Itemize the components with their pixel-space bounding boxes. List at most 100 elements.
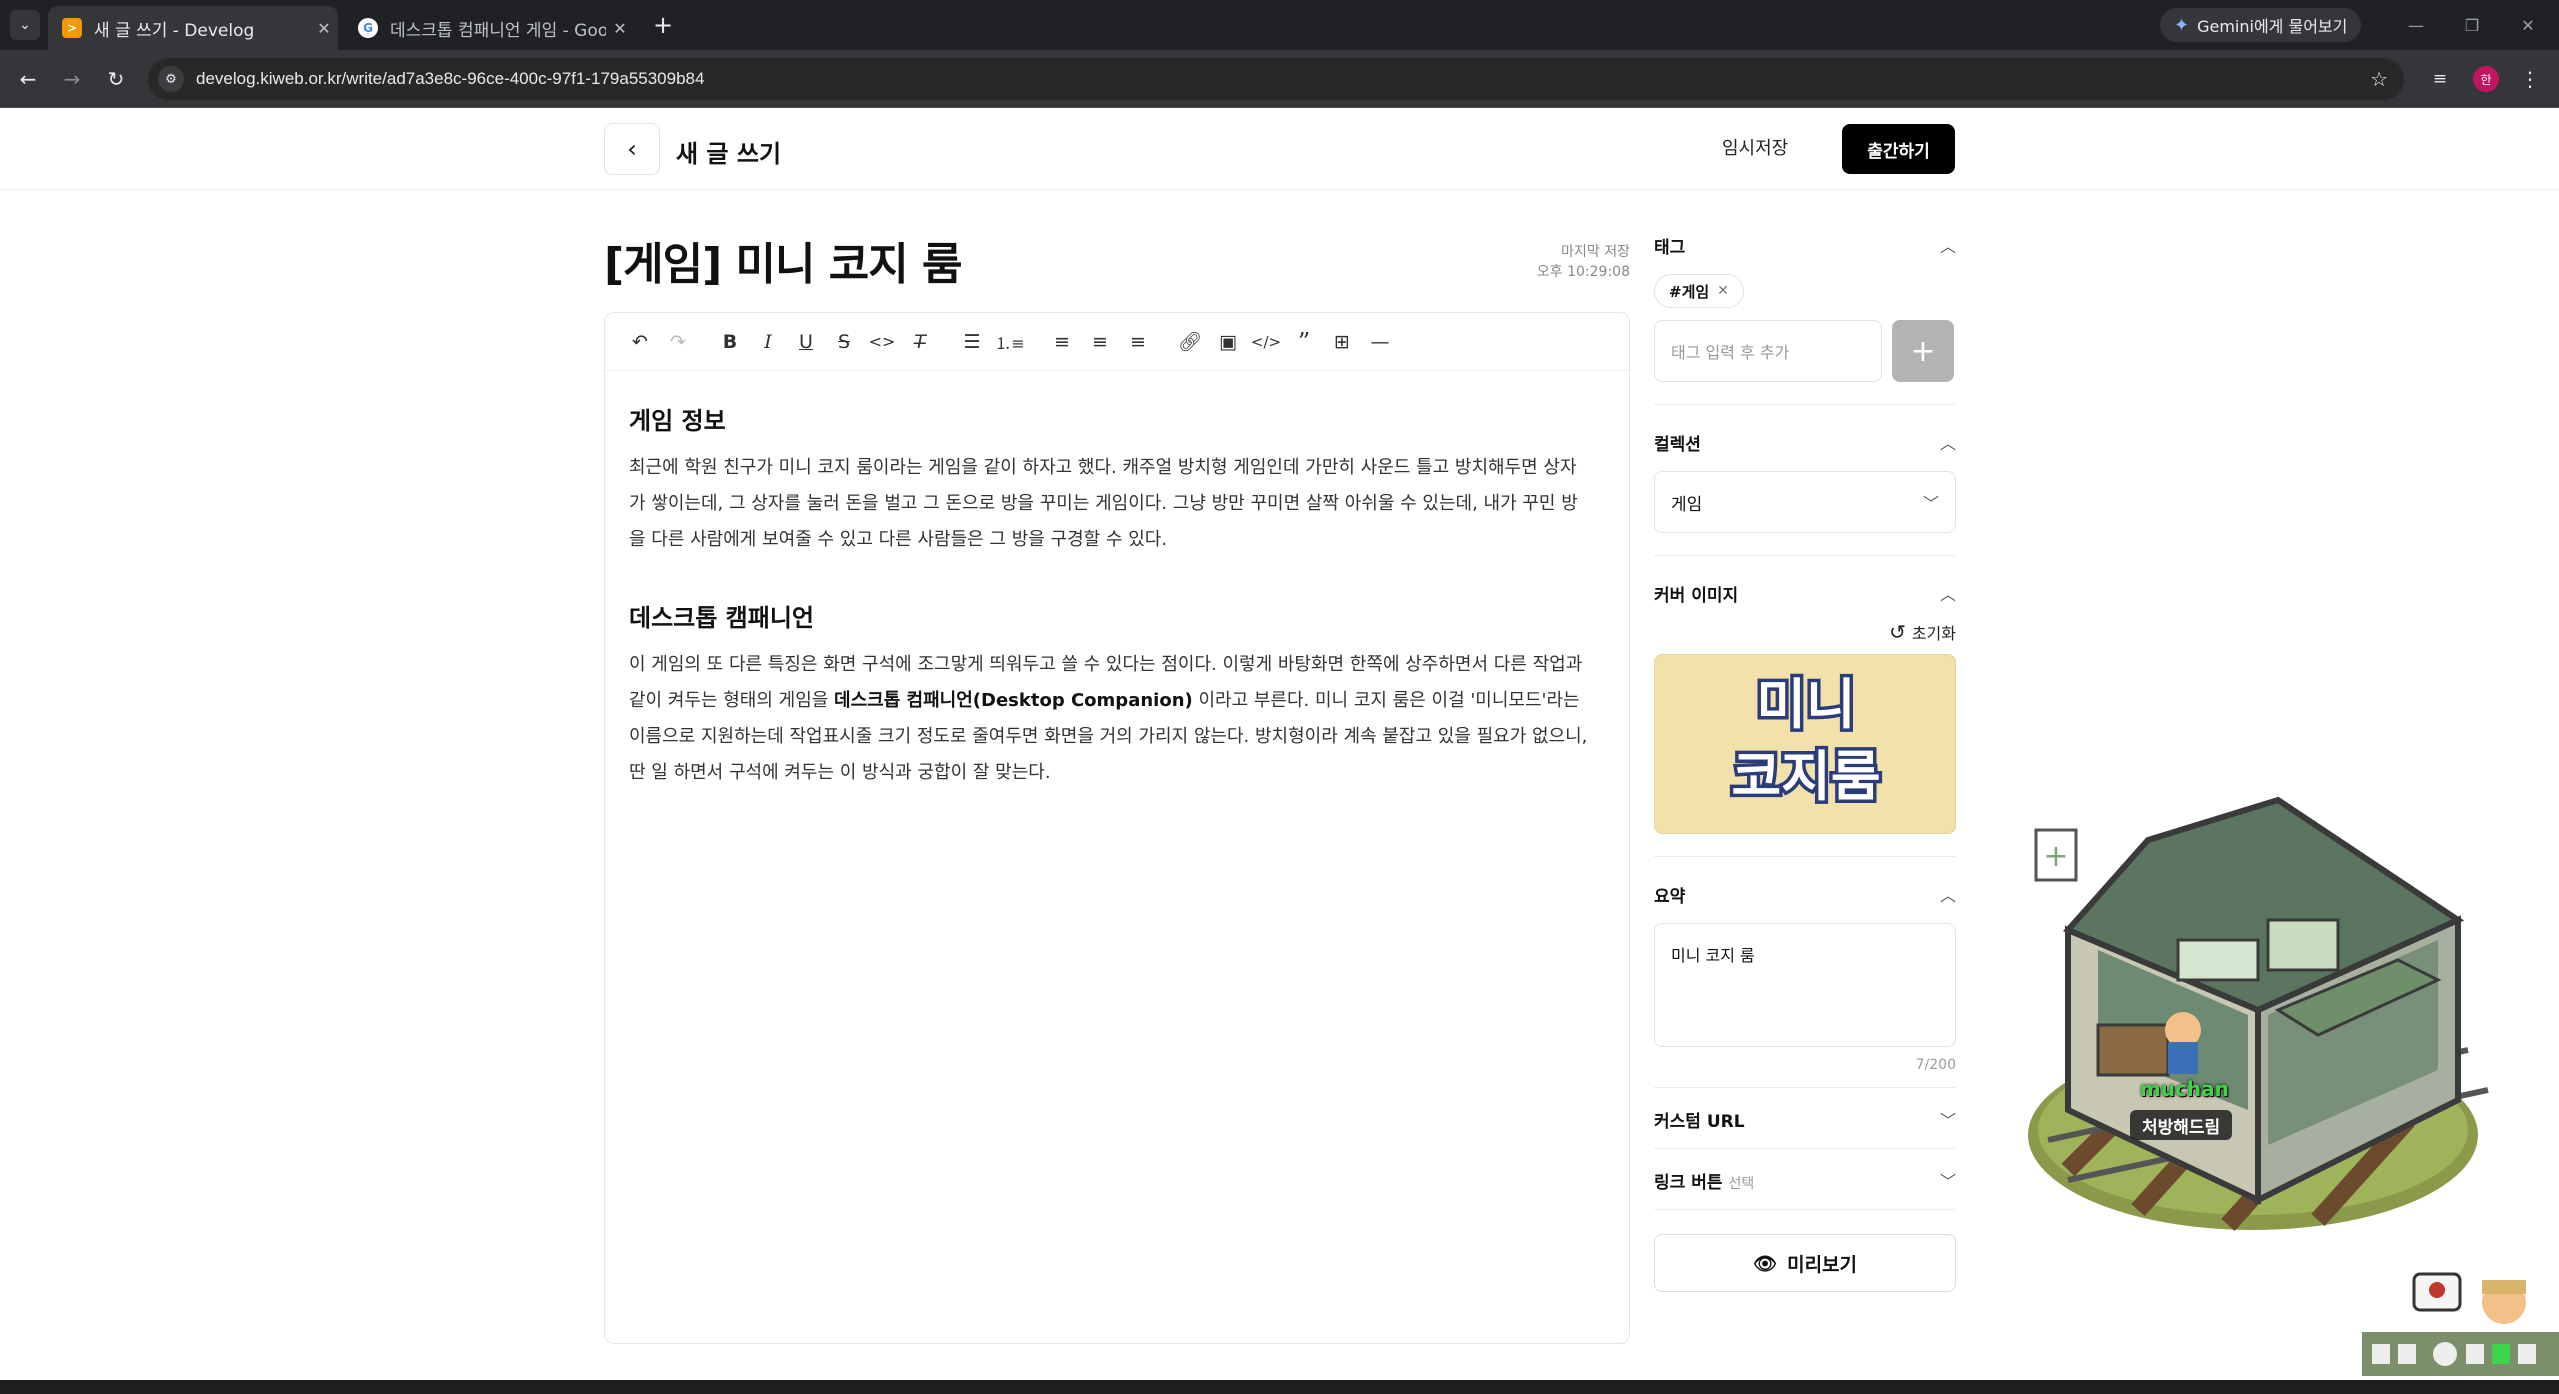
cover-image[interactable]: 미니 코지룸 bbox=[1654, 654, 1956, 834]
plus-icon: + bbox=[1910, 333, 1936, 369]
arrow-right-icon: → bbox=[63, 67, 81, 91]
post-title-input[interactable]: [게임] 미니 코지 룸 bbox=[604, 228, 963, 292]
tag-input[interactable]: 태그 입력 후 추가 bbox=[1654, 320, 1882, 382]
image-button[interactable]: ▣ bbox=[1209, 323, 1247, 361]
link-icon: 🔗︎ bbox=[1177, 331, 1203, 353]
remove-tag-icon[interactable]: ✕ bbox=[1717, 283, 1729, 299]
chevron-up-icon: ︿ bbox=[1939, 585, 1956, 604]
address-bar[interactable]: ⚙ develog.kiweb.or.kr/write/ad7a3e8c-96c… bbox=[148, 58, 2404, 100]
horizontal-rule-icon: — bbox=[1370, 330, 1390, 353]
table-button[interactable]: ⊞ bbox=[1323, 323, 1361, 361]
collection-section-header[interactable]: 컬렉션 ︿ bbox=[1654, 427, 1956, 457]
code-block-button[interactable]: </> bbox=[1247, 323, 1285, 361]
eye-icon: 👁︎ bbox=[1752, 1252, 1778, 1275]
browser-menu-button[interactable]: ⋮ bbox=[2514, 63, 2546, 95]
publish-button[interactable]: 출간하기 bbox=[1842, 124, 1955, 174]
last-saved-label: 마지막 저장 bbox=[1561, 244, 1630, 260]
strikethrough-button[interactable]: S bbox=[825, 323, 863, 361]
bold-button[interactable]: B bbox=[711, 323, 749, 361]
italic-button[interactable]: I bbox=[749, 323, 787, 361]
content-heading: 게임 정보 bbox=[629, 407, 726, 435]
browser-tab-active[interactable]: > 새 글 쓰기 - Develog ✕ bbox=[48, 6, 338, 50]
inline-code-button[interactable]: <> bbox=[863, 323, 901, 361]
editor-content[interactable]: 게임 정보 최근에 학원 친구가 미니 코지 룸이라는 게임을 같이 하자고 했… bbox=[605, 371, 1629, 791]
chevron-down-icon: ﹀ bbox=[1939, 1172, 1956, 1191]
custom-url-section-header[interactable]: 커스텀 URL ﹀ bbox=[1654, 1104, 1956, 1134]
link-button[interactable]: 🔗︎ bbox=[1171, 323, 1209, 361]
summary-section-header[interactable]: 요약 ︿ bbox=[1654, 879, 1956, 909]
divider bbox=[1654, 1209, 1956, 1210]
reload-button[interactable]: ↻ bbox=[100, 63, 132, 95]
svg-text:코지룸: 코지룸 bbox=[1731, 745, 1880, 808]
align-right-button[interactable]: ≡ bbox=[1119, 323, 1157, 361]
url-text: develog.kiweb.or.kr/write/ad7a3e8c-96ce-… bbox=[196, 69, 705, 88]
undo-icon: ↶ bbox=[632, 330, 648, 353]
underline-button[interactable]: U bbox=[787, 323, 825, 361]
new-tab-button[interactable]: + bbox=[648, 10, 678, 40]
minimize-icon: — bbox=[2408, 15, 2424, 35]
browser-tab[interactable]: G 데스크톱 컴패니언 게임 - Goo ✕ bbox=[344, 6, 634, 50]
section-title: 커버 이미지 bbox=[1654, 585, 1739, 606]
section-title: 커스텀 URL bbox=[1654, 1111, 1745, 1132]
restore-icon: ❐ bbox=[2464, 15, 2480, 35]
chevron-down-icon: ﹀ bbox=[1922, 494, 1939, 513]
quote-button[interactable]: ” bbox=[1285, 323, 1323, 361]
link-button-section-header[interactable]: 링크 버튼 선택 ﹀ bbox=[1654, 1165, 1956, 1195]
summary-textarea[interactable]: 미니 코지 룸 bbox=[1654, 923, 1956, 1047]
code-icon: <> bbox=[868, 332, 896, 351]
optional-label: 선택 bbox=[1728, 1175, 1755, 1192]
bookmark-star-icon[interactable]: ☆ bbox=[2370, 67, 2388, 91]
more-vertical-icon: ⋮ bbox=[2520, 67, 2540, 91]
bullet-list-icon: ☰ bbox=[963, 330, 981, 353]
close-icon[interactable]: ✕ bbox=[310, 19, 338, 38]
page-title: 새 글 쓰기 bbox=[676, 140, 782, 168]
add-tag-button[interactable]: + bbox=[1892, 320, 1954, 382]
horizontal-rule-button[interactable]: — bbox=[1361, 323, 1399, 361]
restore-button[interactable]: ❐ bbox=[2452, 10, 2492, 40]
post-settings-sidebar: 태그 ︿ #게임 ✕ 태그 입력 후 추가 + 컬렉션 ︿ 게임 ﹀ 커버 이미… bbox=[1654, 230, 1956, 1292]
section-title: 태그 bbox=[1654, 237, 1686, 258]
editor-header: ‹ 새 글 쓰기 임시저장 출간하기 bbox=[0, 108, 2559, 190]
forward-nav-button[interactable]: → bbox=[56, 63, 88, 95]
minimize-button[interactable]: — bbox=[2396, 10, 2436, 40]
save-draft-button[interactable]: 임시저장 bbox=[1722, 134, 1788, 160]
rich-text-editor: ↶ ↷ B I U S <> T̶ ☰ ⒈≡ ≡ ≡ ≡ 🔗︎ ▣ </> ” … bbox=[604, 312, 1630, 1344]
media-control-button[interactable]: ≡ bbox=[2424, 63, 2456, 95]
preview-button[interactable]: 👁︎ 미리보기 bbox=[1654, 1234, 1956, 1292]
tab-title: 데스크톱 컴패니언 게임 - Goo bbox=[390, 20, 606, 41]
cover-section-header[interactable]: 커버 이미지 ︿ bbox=[1654, 578, 1956, 608]
tab-title: 새 글 쓰기 - Develog bbox=[94, 20, 255, 41]
companion-username: muchan bbox=[2140, 1077, 2229, 1101]
bullet-list-button[interactable]: ☰ bbox=[953, 323, 991, 361]
profile-avatar[interactable]: 한 bbox=[2473, 66, 2499, 92]
gemini-button[interactable]: ✦ Gemini에게 물어보기 bbox=[2160, 8, 2362, 42]
undo-button[interactable]: ↶ bbox=[621, 323, 659, 361]
gemini-label: Gemini에게 물어보기 bbox=[2197, 17, 2348, 36]
divider bbox=[1654, 1148, 1956, 1149]
google-favicon-icon: G bbox=[358, 18, 378, 38]
content-paragraph: 최근에 학원 친구가 미니 코지 룸이라는 게임을 같이 하자고 했다. 캐주얼… bbox=[629, 457, 1578, 550]
reload-icon: ↻ bbox=[107, 67, 125, 91]
close-icon[interactable]: ✕ bbox=[606, 19, 634, 38]
reset-cover-button[interactable]: ↺ 초기화 bbox=[1654, 620, 1956, 644]
mini-mode-player bbox=[2362, 1270, 2559, 1380]
companion-game-window[interactable]: + bbox=[2028, 780, 2494, 1240]
tag-label: #게임 bbox=[1669, 282, 1710, 301]
bold-text: 데스크톱 컴패니언(Desktop Companion) bbox=[834, 690, 1193, 711]
collection-select[interactable]: 게임 ﹀ bbox=[1654, 471, 1956, 533]
align-center-button[interactable]: ≡ bbox=[1081, 323, 1119, 361]
italic-icon: I bbox=[764, 330, 772, 353]
chevron-left-icon: ‹ bbox=[627, 135, 637, 163]
back-nav-button[interactable]: ← bbox=[12, 63, 44, 95]
section-title: 요약 bbox=[1654, 886, 1686, 907]
ordered-list-button[interactable]: ⒈≡ bbox=[991, 323, 1029, 361]
clear-format-button[interactable]: T̶ bbox=[901, 323, 939, 361]
redo-button[interactable]: ↷ bbox=[659, 323, 697, 361]
underline-icon: U bbox=[799, 330, 813, 353]
window-close-button[interactable]: ✕ bbox=[2508, 10, 2548, 40]
tab-search-button[interactable]: ⌄ bbox=[10, 10, 40, 40]
tags-section-header[interactable]: 태그 ︿ bbox=[1654, 230, 1956, 260]
site-info-icon[interactable]: ⚙ bbox=[158, 66, 184, 92]
align-left-button[interactable]: ≡ bbox=[1043, 323, 1081, 361]
back-button[interactable]: ‹ bbox=[604, 123, 660, 175]
